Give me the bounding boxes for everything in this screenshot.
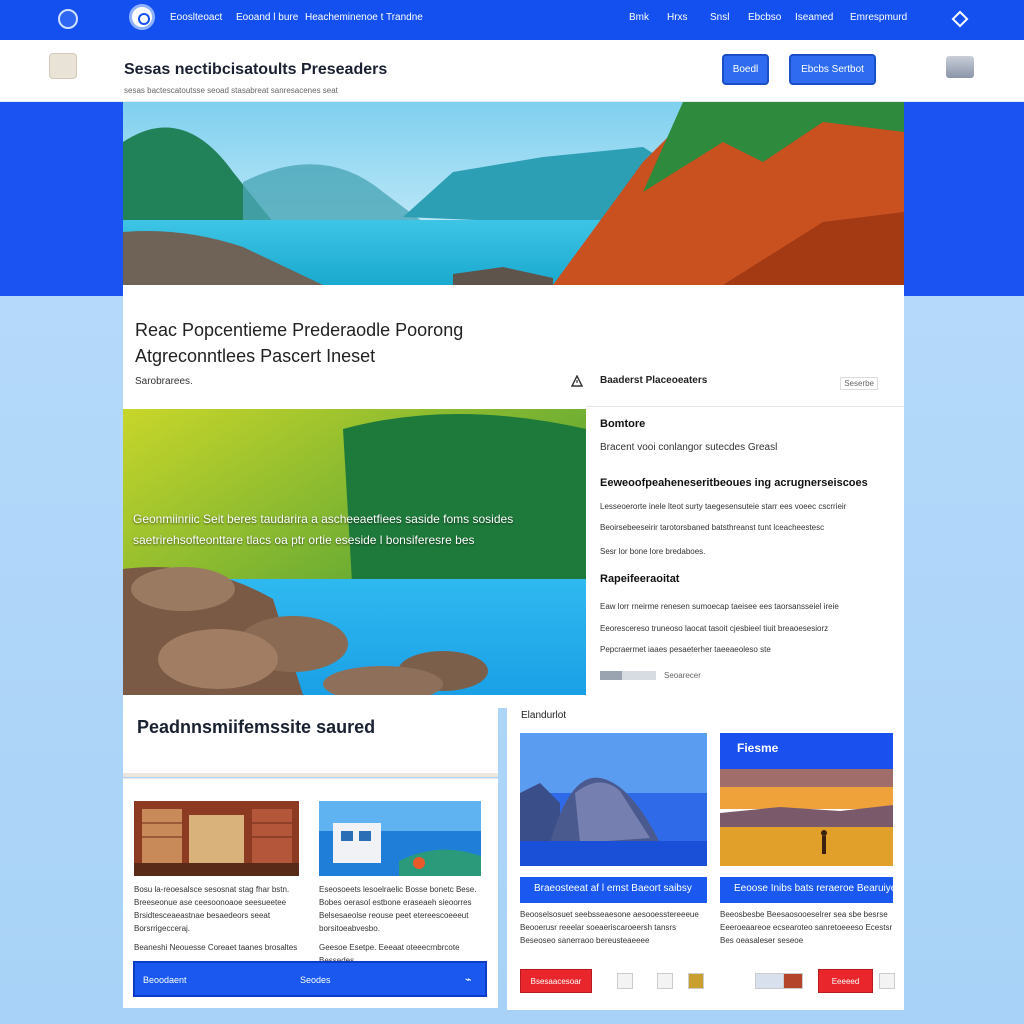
text-line: Borsrrigecceraj. (134, 924, 191, 933)
chevron-right-icon[interactable]: ⌁ (465, 973, 472, 986)
header-button-secondary[interactable]: Ebcbs Sertbot (789, 54, 876, 85)
nav-link-3[interactable]: Heacheminenoe t Trandne (305, 12, 423, 23)
nav-link-2[interactable]: Eooand l bure (236, 12, 298, 23)
text-line: Brsidtesceaeastnae besaedeors seeat (134, 911, 271, 920)
nav-link-1[interactable]: Eooslteoact (170, 12, 222, 23)
text-line: Beseoseo sanerraoo bereusteaeeee (520, 936, 650, 945)
section-label: Sarobrarees. (135, 376, 193, 387)
text-line: Bes oeasaleser seseoe (720, 936, 804, 945)
bookmark-icon[interactable] (657, 973, 673, 989)
sidebar-item-title-3[interactable]: Rapeifeeraoitat (600, 573, 679, 585)
sidebar-item-line: Beoirsebeeseirir tarotorsbaned batsthrea… (600, 523, 825, 532)
divider (586, 406, 904, 407)
thumbnail-coast[interactable] (319, 801, 481, 876)
card-banner-2[interactable]: Eeoose Inibs bats reraeroe Bearuiyet (720, 877, 893, 903)
headline-line-1: Reac Popcentieme Prederaodle Poorong (135, 320, 464, 340)
thumbnail-text-1: Bosu la-reoesalsce sesosnat stag fhar bs… (134, 883, 304, 935)
section-title: Peadnnsmiifemssite saured (137, 717, 376, 737)
action-bar-left-label[interactable]: Beoodaent (143, 975, 187, 985)
action-bar-center-label[interactable]: Seodes (300, 975, 331, 985)
nav-right-link-2[interactable]: Hrxs (667, 12, 688, 23)
sidebar-item-title-2[interactable]: Eeweoofpeaheneseritbeoues ing acrugnerse… (600, 477, 868, 489)
diamond-icon[interactable] (951, 10, 969, 28)
nav-right-link-6[interactable]: Emrespmurd (850, 12, 907, 23)
sidebar-tag[interactable]: Seserbe (840, 377, 878, 390)
sidebar-item-line: Eaw lorr rneirme renesen sumoecap taeise… (600, 602, 839, 611)
lower-left-grid: Bosu la-reoesalsce sesosnat stag fhar bs… (123, 778, 498, 1008)
text-line: Beeosbesbe Beesaosooeselrer sea sbe besr… (720, 910, 888, 919)
thumbnail-icon[interactable] (755, 973, 785, 989)
progress-bar (600, 671, 656, 680)
page-title: Sesas nectibcisatoults Preseaders (124, 61, 388, 78)
thumbnail-library[interactable] (134, 801, 299, 876)
text-line: Beooselsosuet seebsseaesone aesooesstere… (520, 910, 699, 919)
avatar[interactable] (783, 973, 803, 989)
sidebar-item-title-1: Bomtore (600, 418, 646, 430)
thumbnail-footer-1[interactable]: Beaneshi Neouesse Coreaet taanes brosalt… (134, 941, 304, 954)
headline: Reac Popcentieme Prederaodle Poorong Atg… (135, 317, 463, 369)
card-text-2: Beeosbesbe Beesaosooeselrer sea sbe besr… (720, 908, 895, 947)
text-line: Eseosoeets lesoelraelic Bosse bonetc Bes… (319, 885, 477, 894)
nav-right-link-5[interactable]: Iseamed (795, 12, 833, 23)
sidebar-item-text-1: Bracent vooi conlangor sutecdes Greasl (600, 442, 778, 453)
action-bar[interactable]: Beoodaent Seodes ⌁ (133, 961, 487, 997)
text-line: Breeseonue ase ceesoonoaoe seesueetee (134, 898, 287, 907)
logo-icon[interactable] (129, 4, 155, 30)
sidebar-heading: Baaderst Placeoeaters (600, 375, 708, 386)
app-icon (49, 53, 77, 79)
image-sunset-field[interactable]: Fiesme (720, 733, 893, 866)
text-line: Beooerusr reeelar soeaeriscaroeersh tans… (520, 923, 677, 932)
image-mountain-lake[interactable] (520, 733, 707, 866)
main-card: Reac Popcentieme Prederaodle Poorong Atg… (123, 102, 904, 708)
nav-right-link-3[interactable]: Snsl (710, 12, 729, 23)
lower-right-card: Elandurlot Fiesme Braeosteeat af l emst … (507, 697, 904, 1010)
lower-left-header: Peadnnsmiifemssite saured (123, 697, 498, 777)
profile-thumbnail[interactable] (946, 56, 974, 78)
warning-icon[interactable] (571, 375, 583, 387)
headline-line-2: Atgreconntlees Pascert Ineset (135, 346, 376, 366)
red-button-2[interactable]: Eeeeed (818, 969, 873, 993)
sidebar-item-line: Pepcraermet iaaes pesaeterher taeeaeoles… (600, 645, 771, 654)
feature-image[interactable]: Geonmiinriic Seit beres taudarira a asch… (123, 409, 586, 695)
text-line: borsitoeabvesbo. (319, 924, 380, 933)
sidebar-item-line: Sesr lor bone lore bredaboes. (600, 547, 706, 556)
home-icon[interactable] (58, 9, 78, 29)
text-line: Belsesaeolse reouse peet etereescoeeeut (319, 911, 469, 920)
header-button-primary[interactable]: Boedl (722, 54, 769, 85)
nav-right-link-1[interactable]: Bmk (629, 12, 649, 23)
share-icon[interactable] (617, 973, 633, 989)
card-text-1: Beooselsosuet seebsseaesone aesooesstere… (520, 908, 710, 947)
feature-caption: Geonmiinriic Seit beres taudarira a asch… (133, 512, 514, 547)
progress-label: Seoarecer (664, 671, 701, 680)
image-title: Fiesme (737, 741, 779, 755)
text-line: Bobes oerasol estbone eraseaeh sieoorres (319, 898, 472, 907)
page-header: Sesas nectibcisatoults Preseaders sesas … (0, 40, 1024, 102)
nav-right-link-4[interactable]: Ebcbso (748, 12, 781, 23)
image-icon[interactable] (688, 973, 704, 989)
text-line: Bosu la-reoesalsce sesosnat stag fhar bs… (134, 885, 290, 894)
progress-fill (600, 671, 623, 680)
sidebar-item-line: Eeorescereso truneoso laocat tasoit cjes… (600, 624, 829, 633)
card-banner-1[interactable]: Braeosteeat af l emst Baeort saibsy (520, 877, 707, 903)
hero-image (123, 102, 904, 285)
more-icon[interactable] (879, 973, 895, 989)
text-line: Eeeroeaareoe ecsearoteo sanretoeeeso Ece… (720, 923, 893, 932)
sidebar-panel: Baaderst Placeoeaters Seserbe Bomtore Br… (586, 364, 904, 694)
page-subtitle: sesas bactescatoutsse seoad stasabreat s… (124, 86, 338, 95)
thumbnail-text-2: Eseosoeets lesoelraelic Bosse bonetc Bes… (319, 883, 489, 935)
top-nav: Eooslteoact Eooand l bure Heacheminenoe … (0, 0, 1024, 40)
sidebar-item-line: Lesseoerorte inele lteot surty taegesens… (600, 502, 847, 511)
red-button-1[interactable]: Bsesaacesoar (520, 969, 592, 993)
section-label: Elandurlot (521, 710, 567, 721)
